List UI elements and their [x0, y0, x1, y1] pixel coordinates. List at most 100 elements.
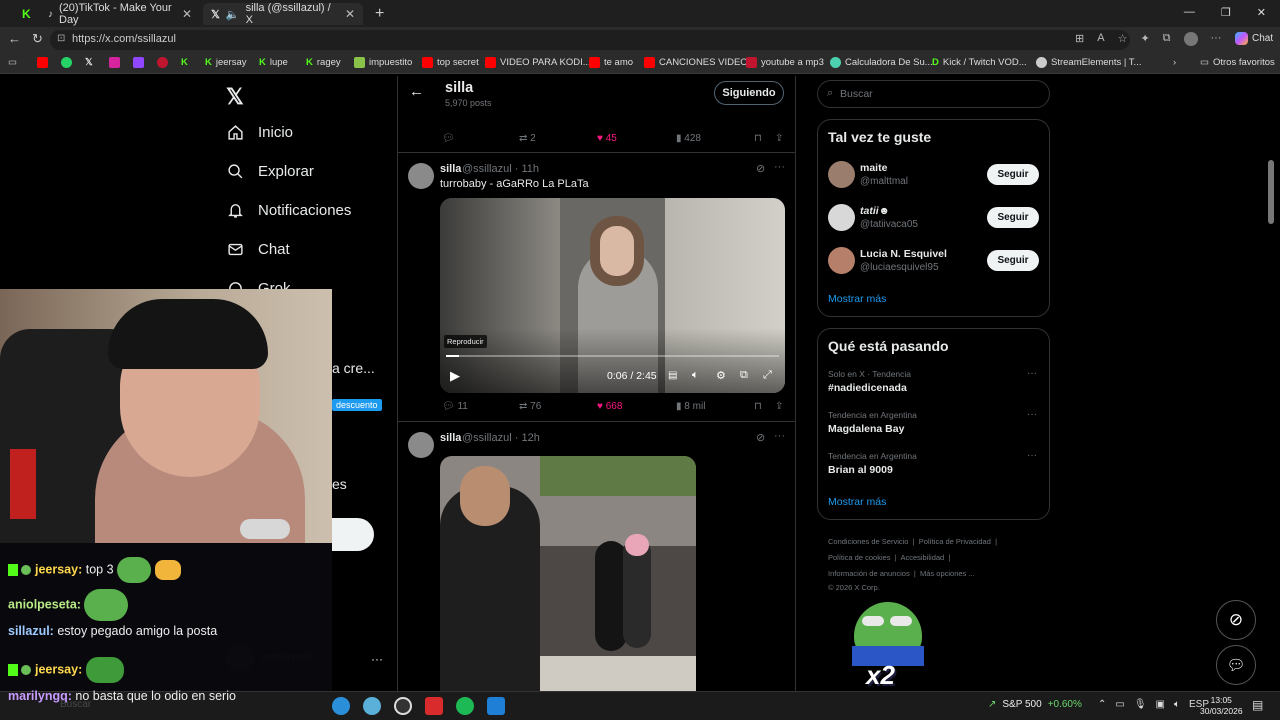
- microphone-icon[interactable]: 🎙︎: [1134, 699, 1147, 710]
- nav-partial-label[interactable]: es: [332, 476, 347, 492]
- video-player[interactable]: Reproducir ▶ 0:06 / 2:45 ▤ 🔈︎ ⚙ ⧉ ⤢: [440, 198, 785, 393]
- bookmark-video-kodi[interactable]: VIDEO PARA KODI...: [485, 57, 591, 68]
- picture-in-picture-icon[interactable]: ⧉: [740, 369, 748, 382]
- close-tab-icon[interactable]: ✕: [182, 7, 192, 21]
- minimize-icon[interactable]: —: [1184, 6, 1195, 19]
- spotify-icon[interactable]: [456, 697, 474, 715]
- chat-username[interactable]: sillazul:: [8, 624, 54, 638]
- fullscreen-icon[interactable]: ⤢: [763, 369, 772, 382]
- play-icon[interactable]: ▶: [450, 368, 460, 384]
- x-logo-icon[interactable]: 𝕏: [226, 84, 244, 110]
- video-progress-track[interactable]: [446, 355, 779, 357]
- bookmark-top-secret[interactable]: top secret: [422, 57, 479, 68]
- youtube-icon[interactable]: [37, 57, 48, 68]
- site-info-icon[interactable]: ⊡: [57, 33, 65, 44]
- chat-username[interactable]: aniolpeseta:: [8, 597, 81, 611]
- tab-x[interactable]: 𝕏 🔈 silla (@ssillazul) / X ✕: [203, 2, 363, 26]
- copilot-chat-button[interactable]: Chat: [1235, 32, 1273, 45]
- notifications-icon[interactable]: ▤: [1252, 698, 1263, 712]
- profile-avatar-icon[interactable]: [1183, 32, 1198, 46]
- more-icon[interactable]: ···: [1211, 32, 1222, 46]
- views-action[interactable]: ▮ 8 mil: [676, 401, 705, 412]
- voicemod-icon[interactable]: [425, 697, 443, 715]
- bookmark-icon[interactable]: ⊓: [754, 401, 762, 412]
- more-icon[interactable]: ···: [371, 652, 383, 666]
- maximize-icon[interactable]: ❐: [1221, 6, 1231, 19]
- like-action[interactable]: ♥ 45: [597, 133, 617, 144]
- grok-fab-button[interactable]: ⊘: [1216, 600, 1256, 640]
- post-image[interactable]: [440, 456, 696, 696]
- more-icon[interactable]: ···: [1027, 409, 1037, 420]
- nav-home[interactable]: Inicio: [227, 124, 293, 141]
- bookmark-icon[interactable]: ⊓: [754, 133, 762, 144]
- trend-item[interactable]: Tendencia en Argentina Brian al 9009 ···: [818, 450, 1051, 488]
- avatar[interactable]: [408, 432, 434, 458]
- messages-fab-button[interactable]: 💬︎: [1216, 645, 1256, 685]
- retweet-action[interactable]: ⇄ 2: [519, 133, 536, 144]
- share-icon[interactable]: ⇪: [775, 401, 783, 412]
- views-action[interactable]: ▮ 428: [676, 133, 701, 144]
- stock-widget[interactable]: ↗ S&P 500 +0.60%: [988, 699, 1082, 710]
- x-icon[interactable]: 𝕏: [85, 57, 93, 68]
- search-input[interactable]: ⌕ Buscar: [817, 80, 1050, 108]
- bookmark-te-amo[interactable]: te amo: [589, 57, 633, 68]
- footer-link[interactable]: Política de cookies: [828, 553, 891, 562]
- twitch-icon[interactable]: [133, 57, 144, 68]
- footer-link[interactable]: Política de Privacidad: [919, 537, 991, 546]
- refresh-icon[interactable]: ↻: [32, 31, 43, 47]
- suggested-user[interactable]: maite @malttmal Seguir: [818, 158, 1051, 198]
- nav-partial-label[interactable]: a cre...: [332, 360, 375, 376]
- more-icon[interactable]: ···: [774, 161, 785, 173]
- post-handle[interactable]: @ssillazul · 12h: [462, 432, 540, 444]
- bookmark-ragey[interactable]: Kragey: [306, 57, 341, 68]
- reading-list-icon[interactable]: ▭: [8, 57, 17, 68]
- extensions-icon[interactable]: ✦: [1140, 32, 1149, 46]
- post-author[interactable]: silla: [440, 432, 461, 444]
- nav-notificaciones[interactable]: Notificaciones: [227, 202, 351, 219]
- grok-icon[interactable]: ⊘: [756, 431, 765, 444]
- follow-button[interactable]: Seguir: [987, 250, 1039, 271]
- nav-grok[interactable]: Grok: [227, 280, 291, 289]
- chat-username[interactable]: marilyngq:: [8, 689, 72, 703]
- edge-beta-icon[interactable]: [363, 697, 381, 715]
- follow-button[interactable]: Seguir: [987, 207, 1039, 228]
- following-button[interactable]: Siguiendo: [714, 81, 784, 105]
- suggested-user[interactable]: tatii☻ @tatiivaca05 Seguir: [818, 201, 1051, 241]
- tab-kick-icon[interactable]: K: [14, 3, 36, 25]
- vscode-icon[interactable]: [487, 697, 505, 715]
- whatsapp-icon[interactable]: [61, 57, 72, 68]
- footer-link[interactable]: Información de anuncios: [828, 569, 910, 578]
- like-action[interactable]: ♥ 668: [597, 401, 622, 412]
- bookmark-youtube-mp3[interactable]: youtube a mp3: [746, 57, 824, 68]
- chevron-up-icon[interactable]: ⌃: [1098, 699, 1106, 710]
- read-aloud-icon[interactable]: A: [1097, 32, 1104, 46]
- retweet-action[interactable]: ⇄ 76: [519, 401, 541, 412]
- battery-icon[interactable]: ▭: [1115, 699, 1124, 710]
- grok-icon[interactable]: ⊘: [756, 162, 765, 175]
- obs-icon[interactable]: [394, 697, 412, 715]
- bookmark-jeersay[interactable]: Kjeersay: [205, 57, 247, 68]
- chat-username[interactable]: jeersay:: [35, 662, 82, 676]
- footer-link[interactable]: Condiciones de Servicio: [828, 537, 908, 546]
- favorite-star-icon[interactable]: ☆: [1118, 32, 1128, 46]
- close-tab-icon[interactable]: ✕: [345, 7, 355, 21]
- captions-icon[interactable]: ▤: [668, 370, 677, 381]
- bookmark-streamelements[interactable]: StreamElements | T...: [1036, 57, 1141, 68]
- app-icon[interactable]: ⊞: [1075, 32, 1084, 46]
- close-window-icon[interactable]: ✕: [1257, 6, 1266, 19]
- trend-item[interactable]: Solo en X · Tendencia #nadiedicenada ···: [818, 368, 1051, 406]
- avatar[interactable]: [408, 163, 434, 189]
- edge-icon[interactable]: [332, 697, 350, 715]
- post-button[interactable]: [332, 518, 374, 551]
- clock[interactable]: 13:05 30/03/2026: [1200, 695, 1243, 717]
- trend-item[interactable]: Tendencia en Argentina Magdalena Bay ···: [818, 409, 1051, 447]
- post-handle[interactable]: @ssillazul · 11h: [462, 163, 539, 175]
- chat-username[interactable]: jeersay:: [35, 562, 82, 576]
- back-arrow-icon[interactable]: ←: [409, 83, 424, 100]
- new-tab-button[interactable]: +: [367, 3, 387, 25]
- volume-icon[interactable]: 🔈︎: [692, 369, 699, 382]
- bookmark-red-icon[interactable]: [157, 57, 168, 68]
- bookmark-lupe[interactable]: Klupe: [259, 57, 288, 68]
- back-icon[interactable]: ←: [8, 31, 21, 46]
- show-more-link[interactable]: Mostrar más: [828, 293, 886, 305]
